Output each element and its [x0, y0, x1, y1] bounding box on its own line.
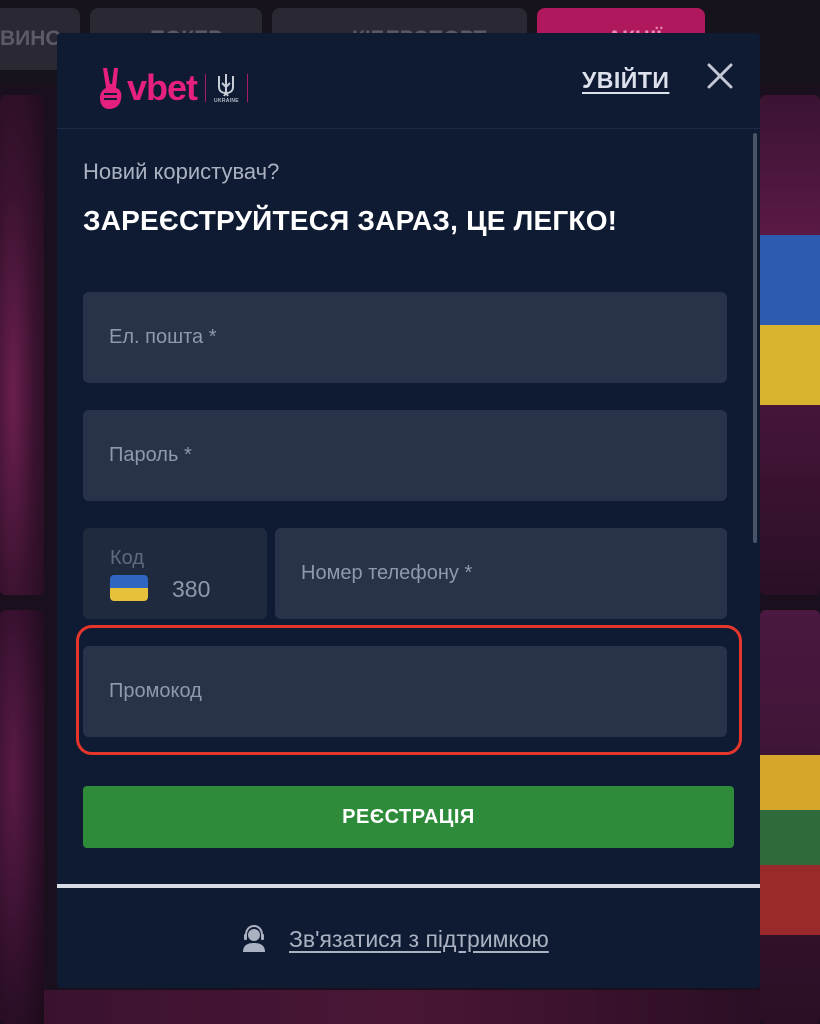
footer-divider — [57, 884, 760, 888]
background-banner-left-top — [0, 95, 44, 595]
code-label: Код — [110, 547, 145, 569]
logo-separator-right — [246, 74, 248, 102]
login-link[interactable]: УВІЙТИ — [582, 67, 669, 94]
background-bottom-strip — [44, 990, 760, 1024]
logo-separator — [205, 74, 207, 102]
trident-emblem: UKRAINE — [214, 73, 239, 104]
phone-placeholder: Номер телефону * — [301, 562, 473, 584]
background-banner-left-bottom — [0, 610, 44, 1024]
modal-header: vbet UKRAINE УВІЙТИ — [57, 33, 760, 129]
vbet-logo[interactable]: vbet UKRAINE — [97, 63, 256, 113]
register-headline: ЗАРЕЄСТРУЙТЕСЯ ЗАРАЗ, ЦЕ ЛЕГКО! — [83, 205, 618, 236]
email-placeholder: Ел. пошта * — [109, 326, 217, 348]
phone-field[interactable]: Номер телефону * — [275, 528, 727, 619]
trident-icon — [218, 73, 235, 97]
ukraine-flag-icon — [110, 575, 148, 601]
close-icon[interactable] — [705, 61, 735, 91]
registration-modal: vbet UKRAINE УВІЙТИ Новий користувач? ЗА… — [57, 33, 760, 988]
lithuania-flag-green — [760, 810, 820, 865]
ukraine-flag-blue — [760, 235, 820, 325]
password-field[interactable]: Пароль * — [83, 410, 727, 501]
logo-subtext: UKRAINE — [214, 97, 239, 104]
ukraine-flag-yellow — [760, 325, 820, 405]
new-user-subtitle: Новий користувач? — [83, 159, 280, 184]
code-value: 380 — [172, 576, 211, 602]
scrollbar[interactable] — [753, 133, 757, 543]
support-link-label: Зв'язатися з підтримкою — [289, 925, 549, 952]
country-code-select[interactable] — [83, 528, 267, 619]
lithuania-flag-yellow — [760, 755, 820, 810]
support-agent-icon — [243, 925, 265, 952]
promo-code-highlight-outline — [76, 625, 742, 755]
register-button[interactable]: РЕЄСТРАЦІЯ — [83, 786, 734, 848]
password-placeholder: Пароль * — [109, 444, 192, 466]
logo-wordmark: vbet — [127, 67, 198, 108]
support-link[interactable]: Зв'язатися з підтримкою — [241, 925, 549, 953]
email-field[interactable]: Ел. пошта * — [83, 292, 727, 383]
victory-hand-icon — [100, 68, 122, 109]
lithuania-flag-red — [760, 865, 820, 935]
